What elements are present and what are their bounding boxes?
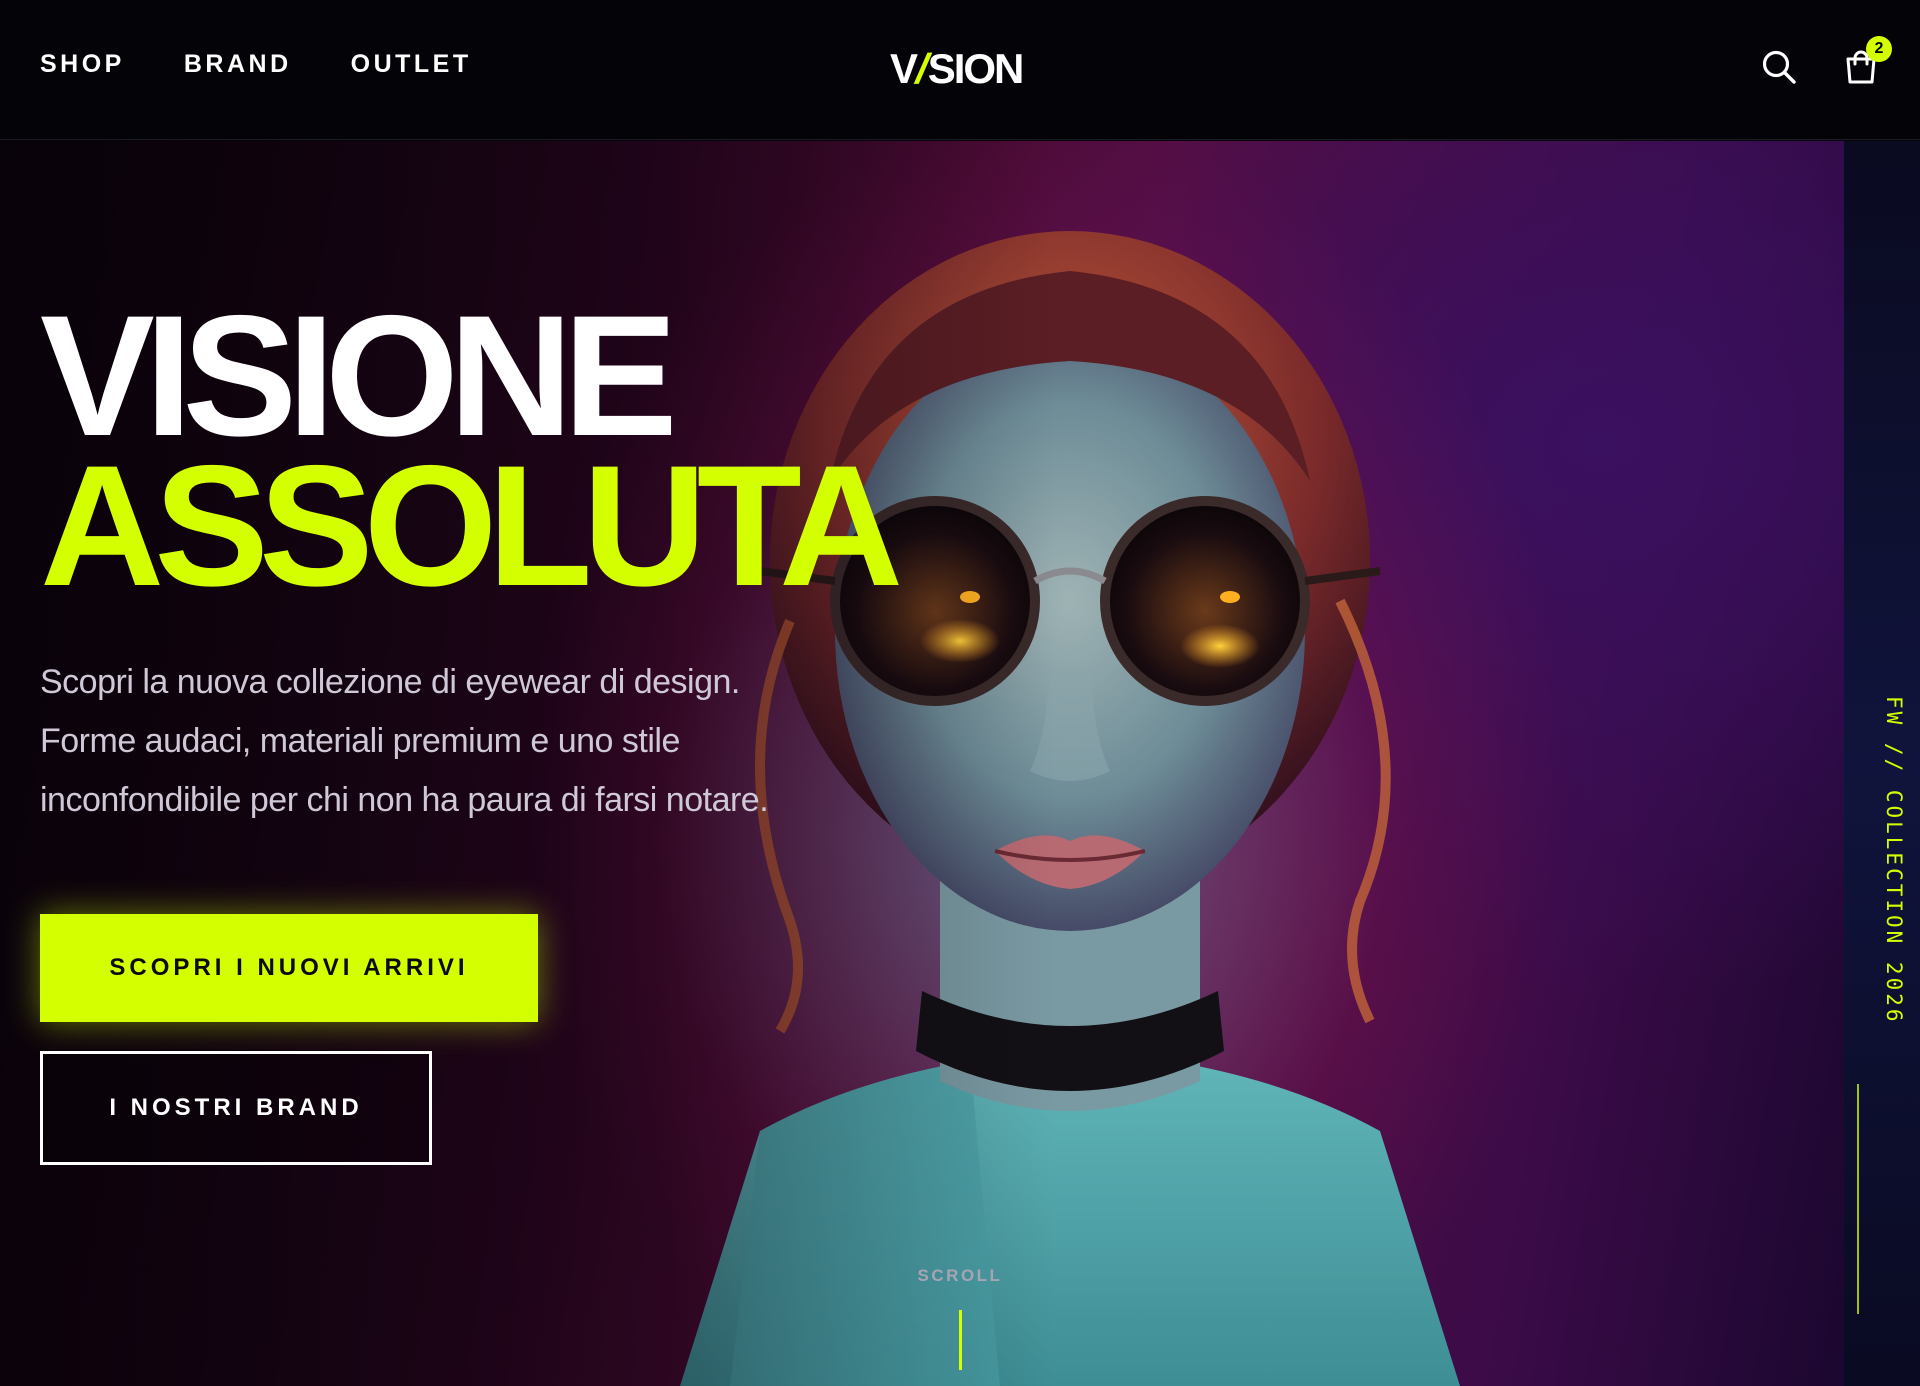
logo-letters-sion: SION (927, 45, 1025, 92)
site-header: SHOP BRAND OUTLET V / SION 2 (0, 0, 1920, 140)
scroll-label: SCROLL (917, 1266, 1003, 1285)
nav-item-shop[interactable]: SHOP (40, 50, 125, 79)
hero-description-line: inconfondibile per chi non ha paura di f… (40, 781, 769, 819)
hero-title-line-2: ASSOLUTA (40, 430, 903, 622)
cart-count-badge: 2 (1866, 36, 1892, 62)
nav-item-brand[interactable]: BRAND (184, 50, 292, 79)
main-nav: SHOP BRAND OUTLET (40, 50, 472, 79)
nav-item-outlet[interactable]: OUTLET (351, 50, 472, 79)
collection-side-label: FW // COLLECTION 2026 (1882, 696, 1906, 1025)
cart-button[interactable]: 2 (1842, 36, 1892, 86)
new-arrivals-button[interactable]: SCOPRI I NUOVI ARRIVI (40, 914, 538, 1022)
hero-description-line: Scopri la nuova collezione di eyewear di… (40, 663, 740, 701)
site-logo[interactable]: V / SION (890, 44, 1025, 94)
hero-description-line: Forme audaci, materiali premium e uno st… (40, 722, 680, 760)
hero-title-line-1: VISIONE (40, 280, 678, 472)
header-actions: 2 (1760, 36, 1892, 86)
hero-section: VISIONE ASSOLUTA Scopri la nuova collezi… (0, 141, 1920, 1386)
scroll-indicator[interactable]: SCROLL (900, 1266, 1020, 1370)
scroll-line (958, 1310, 962, 1370)
our-brands-button[interactable]: I NOSTRI BRAND (40, 1051, 432, 1165)
hero-title: VISIONE ASSOLUTA (40, 280, 903, 622)
search-icon (1762, 50, 1796, 84)
side-accent-line (1857, 1084, 1859, 1314)
search-button[interactable] (1760, 48, 1798, 86)
page: SHOP BRAND OUTLET V / SION 2 VISIONE ASS… (0, 0, 1920, 1386)
hero-description: Scopri la nuova collezione di eyewear di… (40, 653, 860, 830)
